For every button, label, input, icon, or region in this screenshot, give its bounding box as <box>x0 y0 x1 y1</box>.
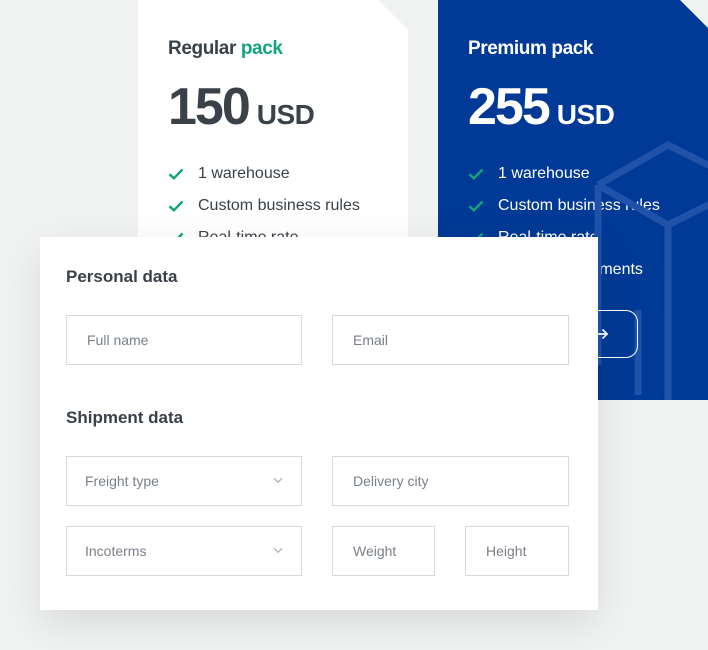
regular-pack-title-main: Regular <box>168 38 236 59</box>
delivery-city-placeholder: Delivery city <box>353 473 429 489</box>
feature-label: 1 warehouse <box>498 165 590 182</box>
height-placeholder: Height <box>486 543 527 559</box>
regular-price-currency: USD <box>256 99 315 130</box>
weight-placeholder: Weight <box>353 543 397 559</box>
chevron-down-icon <box>273 547 283 554</box>
premium-pack-title: Premium pack <box>468 38 594 59</box>
full-name-placeholder: Full name <box>87 332 149 348</box>
regular-pack-title-accent: pack <box>240 38 283 59</box>
personal-data-heading: Personal data <box>66 267 178 286</box>
feature-label: 1 warehouse <box>198 165 290 182</box>
feature-item: Custom business rules <box>168 190 378 222</box>
regular-pack-title: Regular pack <box>168 38 378 60</box>
regular-pack-price: 150 USD <box>168 78 378 140</box>
delivery-city-field[interactable]: Delivery city <box>332 456 569 506</box>
order-form-card: Personal data Full name Email Shipment d… <box>40 237 598 610</box>
height-field[interactable]: Height <box>465 526 569 576</box>
feature-label: Custom business rules <box>198 197 360 214</box>
feature-item: 1 warehouse <box>168 158 378 190</box>
check-icon <box>468 200 484 212</box>
shipment-data-heading: Shipment data <box>66 408 184 427</box>
corner-fold <box>680 0 708 28</box>
check-icon <box>168 168 184 180</box>
freight-type-placeholder: Freight type <box>85 473 159 489</box>
check-icon <box>468 168 484 180</box>
incoterms-select[interactable]: Incoterms <box>66 526 302 576</box>
premium-price-amount: 255 <box>468 78 551 136</box>
premium-price-currency: USD <box>556 99 615 130</box>
chevron-down-icon <box>273 477 283 484</box>
weight-field[interactable]: Weight <box>332 526 435 576</box>
check-icon <box>168 200 184 212</box>
premium-pack-price: 255 USD <box>468 78 678 140</box>
regular-price-amount: 150 <box>168 78 251 136</box>
box-illustration <box>594 141 708 400</box>
full-name-field[interactable]: Full name <box>66 315 302 365</box>
incoterms-placeholder: Incoterms <box>85 543 147 559</box>
email-placeholder: Email <box>353 332 389 348</box>
email-field[interactable]: Email <box>332 315 569 365</box>
freight-type-select[interactable]: Freight type <box>66 456 302 506</box>
